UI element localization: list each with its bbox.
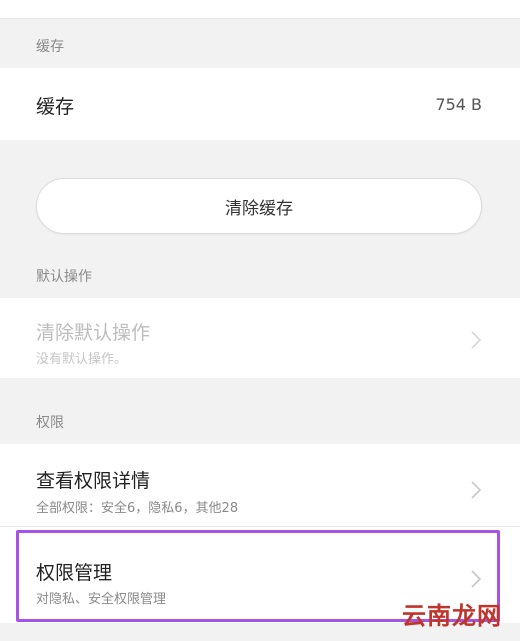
clear-defaults-subtitle: 没有默认操作。: [36, 352, 128, 367]
permission-manage-title: 权限管理: [36, 562, 113, 584]
cache-section-header: 缓存: [0, 36, 520, 56]
clear-cache-button[interactable]: 清除缓存: [36, 178, 482, 234]
permission-details-row[interactable]: 查看权限详情 全部权限：安全6，隐私6，其他28: [0, 444, 520, 526]
clear-defaults-row[interactable]: 清除默认操作 没有默认操作。: [0, 298, 520, 378]
cache-row-title: 缓存: [36, 96, 75, 118]
cache-size-value: 754 B: [435, 95, 482, 114]
permission-manage-subtitle: 对隐私、安全权限管理: [36, 592, 167, 607]
default-section-header: 默认操作: [0, 266, 520, 286]
default-header-label: 默认操作: [36, 269, 92, 285]
site-watermark: 云南龙网: [402, 602, 502, 630]
permission-section-header: 权限: [0, 412, 520, 432]
clear-defaults-title: 清除默认操作: [36, 322, 151, 344]
chevron-right-icon: [471, 481, 482, 499]
cache-row: 缓存 754 B: [0, 68, 520, 140]
permission-details-subtitle: 全部权限：安全6，隐私6，其他28: [36, 501, 239, 516]
permission-header-label: 权限: [36, 415, 64, 431]
clear-cache-label: 清除缓存: [225, 198, 293, 219]
chevron-right-icon: [471, 331, 482, 349]
chevron-right-icon: [471, 570, 482, 588]
cache-header-label: 缓存: [36, 39, 64, 55]
top-card-remnant: [0, 0, 520, 19]
permission-details-title: 查看权限详情: [36, 470, 151, 492]
